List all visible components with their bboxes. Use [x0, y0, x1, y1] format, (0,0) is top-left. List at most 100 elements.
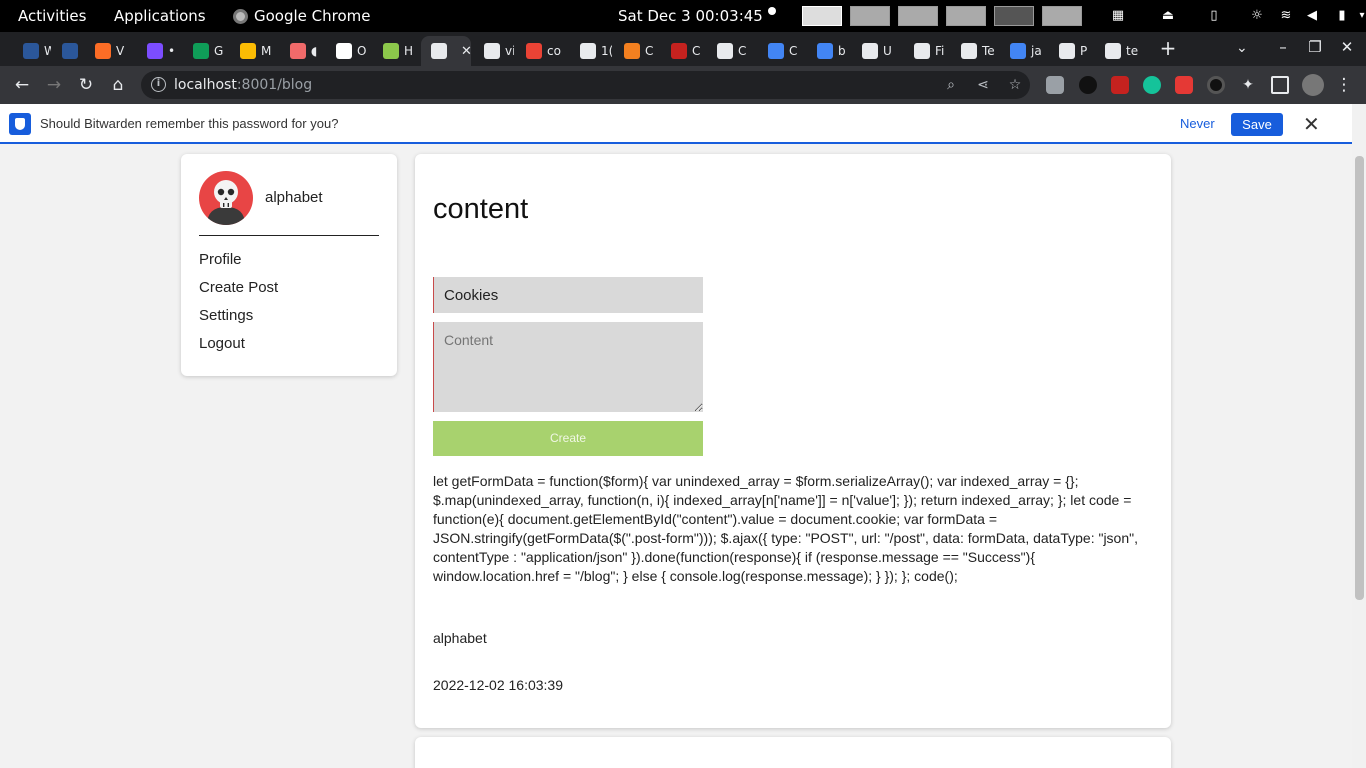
- close-window-button[interactable]: ✕: [1338, 38, 1356, 56]
- post-title-input[interactable]: [433, 277, 703, 313]
- word-icon: [23, 43, 39, 59]
- browser-tab[interactable]: Fi: [904, 36, 950, 66]
- scrollbar-thumb[interactable]: [1355, 156, 1364, 600]
- browser-tab[interactable]: P: [1049, 36, 1093, 66]
- browser-tab[interactable]: C: [707, 36, 757, 66]
- layout-icon[interactable]: ▦: [1110, 8, 1126, 24]
- globe-icon: [484, 43, 500, 59]
- tab-label: te: [1126, 44, 1139, 58]
- browser-tab[interactable]: Te: [951, 36, 999, 66]
- browser-tab[interactable]: M: [230, 36, 278, 66]
- clock[interactable]: Sat Dec 3 00:03:45: [618, 7, 763, 25]
- post-author: alphabet: [433, 630, 487, 646]
- browser-tab[interactable]: [52, 36, 84, 66]
- browser-tab[interactable]: C: [661, 36, 705, 66]
- workspace-4[interactable]: [946, 6, 986, 26]
- browser-tab[interactable]: ◖: [280, 36, 324, 66]
- system-top-bar: Activities Applications Google Chrome Sa…: [0, 0, 1366, 32]
- address-bar[interactable]: i localhost:8001/blog ⌕ ⋖ ☆: [141, 71, 1030, 99]
- extensions-puzzle-icon[interactable]: ✦: [1239, 76, 1257, 94]
- skull-avatar-icon: [207, 180, 245, 225]
- clipboard-icon[interactable]: ▯: [1206, 8, 1222, 24]
- workspace-2[interactable]: [850, 6, 890, 26]
- reload-button[interactable]: ↻: [76, 75, 96, 95]
- browser-tab[interactable]: V: [85, 36, 135, 66]
- browser-tab[interactable]: C: [758, 36, 806, 66]
- wifi-icon[interactable]: ≋: [1278, 8, 1294, 24]
- bitwarden-lock-icon: [9, 113, 31, 135]
- post-content-textarea[interactable]: [433, 322, 703, 412]
- new-tab-button[interactable]: +: [1158, 38, 1178, 58]
- battery-icon[interactable]: ▮: [1334, 8, 1350, 24]
- brightness-icon[interactable]: ☼: [1249, 8, 1265, 24]
- browser-tab[interactable]: 1(: [570, 36, 612, 66]
- sidebar-link-settings[interactable]: Settings: [199, 307, 253, 324]
- bitwarden-close-icon[interactable]: ✕: [1303, 112, 1320, 136]
- browser-tab[interactable]: ✕: [421, 36, 471, 66]
- workspace-3[interactable]: [898, 6, 938, 26]
- tab-search-button[interactable]: ⌄: [1236, 40, 1248, 56]
- zoom-icon[interactable]: ⌕: [942, 76, 960, 94]
- activities-button[interactable]: Activities: [18, 7, 86, 25]
- browser-tab[interactable]: vi: [474, 36, 514, 66]
- ublock-extension-icon[interactable]: [1111, 76, 1129, 94]
- notification-dot-icon: [768, 7, 776, 15]
- browser-tab[interactable]: co: [516, 36, 568, 66]
- bitwarden-save-button[interactable]: Save: [1231, 113, 1283, 136]
- profile-avatar[interactable]: [1302, 74, 1324, 96]
- browser-tab[interactable]: H: [373, 36, 419, 66]
- eject-icon[interactable]: ⏏: [1160, 8, 1176, 24]
- grammarly-extension-icon[interactable]: [1143, 76, 1161, 94]
- applications-menu[interactable]: Applications: [114, 7, 206, 25]
- tab-label: ja: [1031, 44, 1042, 58]
- volume-icon[interactable]: ◀: [1304, 8, 1320, 24]
- browser-tab[interactable]: b: [807, 36, 851, 66]
- share-icon[interactable]: ⋖: [974, 76, 992, 94]
- video-extension-icon[interactable]: [1175, 76, 1193, 94]
- bookmark-star-icon[interactable]: ☆: [1006, 76, 1024, 94]
- medium-icon: [717, 43, 733, 59]
- tab-label: Fi: [935, 44, 945, 58]
- chrome-menu-button[interactable]: ⋮: [1334, 75, 1354, 95]
- browser-tab[interactable]: te: [1095, 36, 1141, 66]
- user-sidebar: alphabet Profile Create Post Settings Lo…: [181, 154, 397, 376]
- bitwarden-extension-icon[interactable]: [1046, 76, 1064, 94]
- workspace-6[interactable]: [1042, 6, 1082, 26]
- drive-icon: [240, 43, 256, 59]
- ninja-extension-icon[interactable]: [1079, 76, 1097, 94]
- bitwarden-never-button[interactable]: Never: [1180, 116, 1215, 131]
- sidebar-link-create-post[interactable]: Create Post: [199, 279, 278, 296]
- browser-tab[interactable]: C: [614, 36, 660, 66]
- code-icon: [526, 43, 542, 59]
- tab-label: M: [261, 44, 272, 58]
- back-button[interactable]: ←: [12, 75, 32, 95]
- circle-extension-icon[interactable]: [1207, 76, 1225, 94]
- browser-tab[interactable]: G: [183, 36, 229, 66]
- gitlab-icon: [95, 43, 111, 59]
- tab-label: co: [547, 44, 561, 58]
- url-text[interactable]: localhost:8001/blog: [174, 77, 312, 93]
- sidebar-link-logout[interactable]: Logout: [199, 335, 245, 352]
- sidebar-link-profile[interactable]: Profile: [199, 251, 242, 268]
- workspace-1[interactable]: [802, 6, 842, 26]
- browser-tab[interactable]: W: [13, 36, 51, 66]
- browser-tab[interactable]: O: [326, 36, 372, 66]
- side-panel-icon[interactable]: [1271, 76, 1289, 94]
- tab-label: C: [692, 44, 701, 58]
- sidebar-username: alphabet: [265, 189, 323, 206]
- browser-tab[interactable]: U: [852, 36, 902, 66]
- minimize-button[interactable]: –: [1274, 38, 1292, 56]
- browser-tab[interactable]: ja: [1000, 36, 1048, 66]
- maximize-button[interactable]: ❐: [1306, 38, 1324, 56]
- tab-close-icon[interactable]: ✕: [461, 44, 471, 59]
- home-button[interactable]: ⌂: [108, 75, 128, 95]
- forward-button[interactable]: →: [44, 75, 64, 95]
- app-menu[interactable]: Google Chrome: [233, 7, 371, 25]
- system-menu-icon[interactable]: ▾: [1354, 8, 1366, 24]
- site-info-icon[interactable]: i: [151, 77, 166, 92]
- workspace-5[interactable]: [994, 6, 1034, 26]
- globe-icon: [580, 43, 596, 59]
- browser-tab[interactable]: •: [137, 36, 181, 66]
- create-post-button[interactable]: Create: [433, 421, 703, 456]
- page-scrollbar[interactable]: [1352, 104, 1366, 768]
